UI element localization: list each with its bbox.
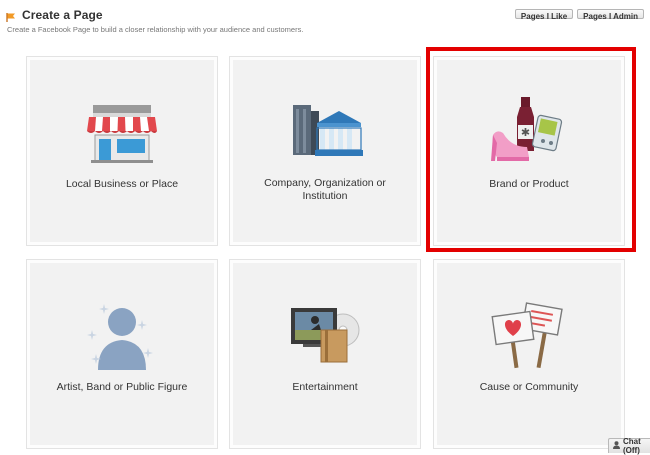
pages-i-admin-button[interactable]: Pages I Admin	[577, 9, 644, 21]
tile-label: Artist, Band or Public Figure	[56, 381, 188, 393]
pages-i-like-button[interactable]: Pages I Like	[514, 9, 574, 21]
tile-label: Entertainment	[292, 381, 358, 393]
protest-signs-icon	[488, 298, 570, 375]
tile-label: Cause or Community	[479, 381, 579, 393]
storefront-icon	[85, 99, 159, 168]
category-tile-entertainment[interactable]: Entertainment	[229, 259, 421, 449]
category-tile-company[interactable]: Company, Organization or Institution	[229, 56, 421, 246]
tile-label: Company, Organization or Institution	[264, 177, 386, 202]
category-tile-cause[interactable]: Cause or Community	[433, 259, 625, 449]
person-silhouette-icon	[82, 296, 162, 377]
chat-label: Chat (Off)	[623, 437, 641, 455]
top-buttons: Pages I Like Pages I Admin	[514, 9, 644, 21]
page-subtitle: Create a Facebook Page to build a closer…	[7, 25, 304, 34]
svg-text:✱: ✱	[521, 126, 530, 139]
page-title: Create a Page	[22, 8, 103, 22]
page-header: Create a Page	[6, 8, 103, 22]
chat-tab[interactable]: Chat (Off)	[608, 437, 650, 455]
office-buildings-icon	[287, 101, 363, 166]
tile-label: Local Business or Place	[65, 178, 179, 190]
category-tile-local-business[interactable]: Local Business or Place	[26, 56, 218, 246]
chat-user-icon	[613, 441, 620, 451]
category-tile-brand-product[interactable]: ✱ Brand or Product	[433, 56, 625, 246]
brand-products-icon: ✱	[487, 95, 571, 172]
category-tile-artist[interactable]: Artist, Band or Public Figure	[26, 259, 218, 449]
page-flag-icon	[6, 10, 17, 22]
tile-label: Brand or Product	[489, 178, 569, 190]
tv-film-icon	[285, 300, 365, 371]
